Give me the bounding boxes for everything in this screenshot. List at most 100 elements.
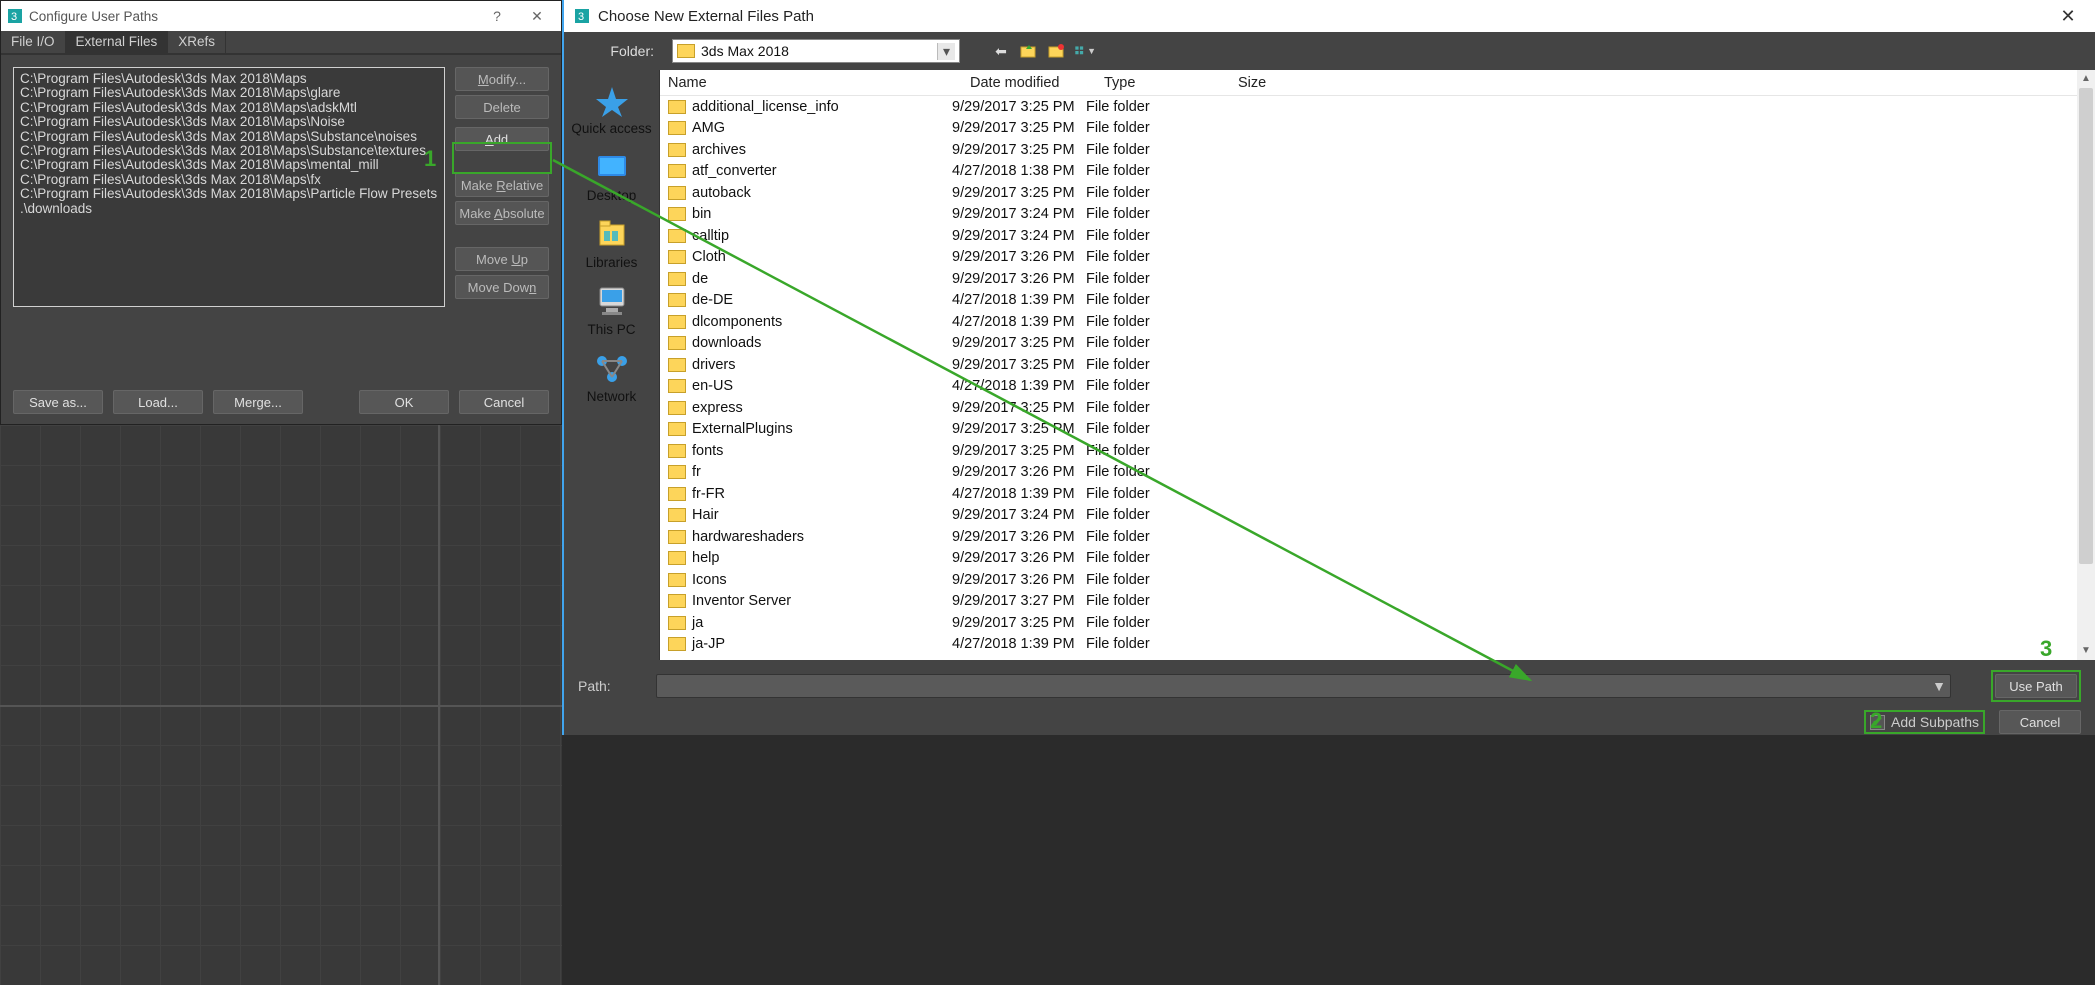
folder-row[interactable]: de9/29/2017 3:26 PMFile folder — [660, 268, 2095, 290]
col-name[interactable]: Name — [668, 75, 970, 91]
place-desktop[interactable]: Desktop — [568, 147, 656, 212]
folder-row[interactable]: archives9/29/2017 3:25 PMFile folder — [660, 139, 2095, 161]
path-entry[interactable]: C:\Program Files\Autodesk\3ds Max 2018\M… — [20, 86, 438, 100]
column-headers[interactable]: Name Date modified Type Size — [660, 70, 2095, 96]
file-type: File folder — [1086, 120, 1220, 136]
file-date: 4/27/2018 1:39 PM — [952, 292, 1086, 308]
back-icon[interactable]: ⬅ — [990, 40, 1012, 62]
folder-row[interactable]: ExternalPlugins9/29/2017 3:25 PMFile fol… — [660, 419, 2095, 441]
make-relative-button[interactable]: Make Relative — [455, 173, 549, 197]
file-date: 9/29/2017 3:25 PM — [952, 357, 1086, 373]
place-icon — [592, 217, 632, 251]
file-type: File folder — [1086, 142, 1220, 158]
close-button[interactable]: ✕ — [2045, 6, 2091, 27]
add-subpaths-checkbox[interactable]: ✔ — [1870, 715, 1885, 730]
folder-row[interactable]: fr-FR4/27/2018 1:39 PMFile folder — [660, 483, 2095, 505]
path-entry[interactable]: C:\Program Files\Autodesk\3ds Max 2018\M… — [20, 130, 438, 144]
folder-row[interactable]: AMG9/29/2017 3:25 PMFile folder — [660, 118, 2095, 140]
place-quick-access[interactable]: Quick access — [568, 80, 656, 145]
path-entry[interactable]: C:\Program Files\Autodesk\3ds Max 2018\M… — [20, 144, 438, 158]
scroll-up-icon[interactable]: ▲ — [2077, 70, 2095, 88]
highlight-use-path: Use Path — [1991, 670, 2081, 702]
path-entry[interactable]: C:\Program Files\Autodesk\3ds Max 2018\M… — [20, 115, 438, 129]
folder-row[interactable]: additional_license_info9/29/2017 3:25 PM… — [660, 96, 2095, 118]
move-up-button[interactable]: Move Up — [455, 247, 549, 271]
col-size[interactable]: Size — [1238, 75, 1328, 91]
ok-button[interactable]: OK — [359, 390, 449, 414]
folder-dropdown[interactable]: 3ds Max 2018 ▾ — [672, 39, 960, 63]
folder-row[interactable]: Hair9/29/2017 3:24 PMFile folder — [660, 505, 2095, 527]
col-date[interactable]: Date modified — [970, 75, 1104, 91]
chevron-down-icon[interactable]: ▾ — [937, 43, 955, 60]
file-type: File folder — [1086, 335, 1220, 351]
folder-row[interactable]: downloads9/29/2017 3:25 PMFile folder — [660, 333, 2095, 355]
paths-list[interactable]: C:\Program Files\Autodesk\3ds Max 2018\M… — [13, 67, 445, 307]
chevron-down-icon[interactable]: ▼ — [1928, 675, 1950, 697]
new-folder-icon[interactable] — [1046, 40, 1068, 62]
cancel-button[interactable]: Cancel — [459, 390, 549, 414]
folder-row[interactable]: hardwareshaders9/29/2017 3:26 PMFile fol… — [660, 526, 2095, 548]
path-entry[interactable]: C:\Program Files\Autodesk\3ds Max 2018\M… — [20, 72, 438, 86]
path-entry[interactable]: C:\Program Files\Autodesk\3ds Max 2018\M… — [20, 101, 438, 115]
folder-row[interactable]: autoback9/29/2017 3:25 PMFile folder — [660, 182, 2095, 204]
folder-row[interactable]: express9/29/2017 3:25 PMFile folder — [660, 397, 2095, 419]
cancel-button[interactable]: Cancel — [1999, 710, 2081, 734]
place-network[interactable]: Network — [568, 348, 656, 413]
folder-row[interactable]: ja9/29/2017 3:25 PMFile folder — [660, 612, 2095, 634]
view-menu-icon[interactable]: ▼ — [1074, 40, 1096, 62]
titlebar[interactable]: 3 Choose New External Files Path ✕ — [564, 0, 2095, 32]
folder-row[interactable]: help9/29/2017 3:26 PMFile folder — [660, 548, 2095, 570]
place-libraries[interactable]: Libraries — [568, 214, 656, 279]
file-name: additional_license_info — [692, 99, 839, 115]
tab-xrefs[interactable]: XRefs — [168, 31, 226, 53]
place-this-pc[interactable]: This PC — [568, 281, 656, 346]
path-entry[interactable]: .\downloads — [20, 202, 438, 216]
make-absolute-button[interactable]: Make Absolute — [455, 201, 549, 225]
folder-row[interactable]: bin9/29/2017 3:24 PMFile folder — [660, 204, 2095, 226]
folder-row[interactable]: calltip9/29/2017 3:24 PMFile folder — [660, 225, 2095, 247]
folder-row[interactable]: fonts9/29/2017 3:25 PMFile folder — [660, 440, 2095, 462]
tab-external-files[interactable]: External Files — [66, 31, 169, 55]
load-button[interactable]: Load... — [113, 390, 203, 414]
scroll-down-icon[interactable]: ▼ — [2077, 642, 2095, 660]
folder-row[interactable]: ja-JP4/27/2018 1:39 PMFile folder — [660, 634, 2095, 656]
viewport-grid — [0, 425, 562, 985]
file-type: File folder — [1086, 163, 1220, 179]
titlebar[interactable]: 3 Configure User Paths ? ✕ — [1, 1, 561, 31]
file-type: File folder — [1086, 271, 1220, 287]
delete-button[interactable]: Delete — [455, 95, 549, 119]
folder-row[interactable]: en-US4/27/2018 1:39 PMFile folder — [660, 376, 2095, 398]
folder-row[interactable]: Icons9/29/2017 3:26 PMFile folder — [660, 569, 2095, 591]
file-date: 9/29/2017 3:26 PM — [952, 572, 1086, 588]
modify-button[interactable]: Modify... — [455, 67, 549, 91]
file-name: ExternalPlugins — [692, 421, 793, 437]
file-type: File folder — [1086, 249, 1220, 265]
tab-file-io[interactable]: File I/O — [1, 31, 66, 53]
folder-row[interactable]: Cloth9/29/2017 3:26 PMFile folder — [660, 247, 2095, 269]
path-entry[interactable]: C:\Program Files\Autodesk\3ds Max 2018\M… — [20, 158, 438, 172]
scrollbar[interactable]: ▲ ▼ — [2077, 70, 2095, 660]
up-folder-icon[interactable] — [1018, 40, 1040, 62]
path-input[interactable]: ▼ — [656, 674, 1951, 698]
move-down-button[interactable]: Move Down — [455, 275, 549, 299]
folder-row[interactable]: atf_converter4/27/2018 1:38 PMFile folde… — [660, 161, 2095, 183]
file-type: File folder — [1086, 550, 1220, 566]
close-button[interactable]: ✕ — [517, 8, 557, 25]
file-list[interactable]: additional_license_info 9/29/2017 3:25 PM… — [660, 96, 2095, 656]
folder-row[interactable]: dlcomponents4/27/2018 1:39 PMFile folder — [660, 311, 2095, 333]
col-type[interactable]: Type — [1104, 75, 1238, 91]
path-entry[interactable]: C:\Program Files\Autodesk\3ds Max 2018\M… — [20, 187, 438, 201]
path-entry[interactable]: C:\Program Files\Autodesk\3ds Max 2018\M… — [20, 173, 438, 187]
folder-row[interactable]: fr9/29/2017 3:26 PMFile folder — [660, 462, 2095, 484]
use-path-button[interactable]: Use Path — [1995, 674, 2077, 698]
folder-row[interactable]: Inventor Server9/29/2017 3:27 PMFile fol… — [660, 591, 2095, 613]
help-button[interactable]: ? — [477, 8, 517, 24]
file-name: de — [692, 271, 708, 287]
merge-button[interactable]: Merge... — [213, 390, 303, 414]
add-button[interactable]: Add... — [455, 127, 549, 151]
save-as-button[interactable]: Save as... — [13, 390, 103, 414]
folder-row[interactable]: drivers9/29/2017 3:25 PMFile folder — [660, 354, 2095, 376]
folder-row[interactable]: de-DE4/27/2018 1:39 PMFile folder — [660, 290, 2095, 312]
places-bar: Quick accessDesktopLibrariesThis PCNetwo… — [564, 70, 660, 660]
scrollbar-thumb[interactable] — [2079, 88, 2093, 564]
